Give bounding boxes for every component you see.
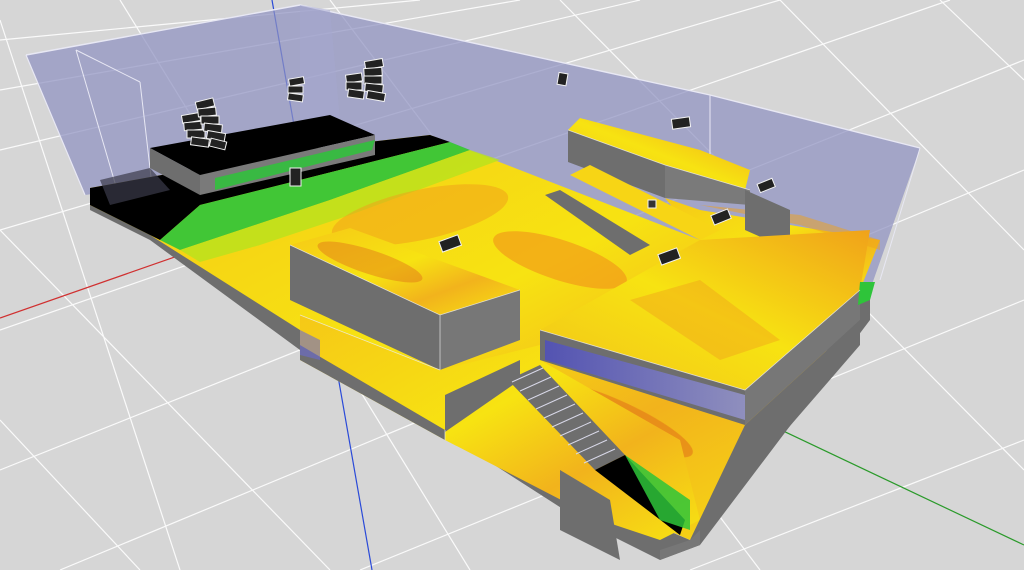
3d-viewport[interactable]	[0, 0, 1024, 570]
venue-scene[interactable]	[0, 0, 1024, 570]
left-sub-array	[286, 76, 306, 103]
balcony-fill-1	[670, 116, 692, 130]
y-axis	[759, 419, 1024, 546]
stage-fill	[289, 167, 302, 187]
ceiling-box	[556, 71, 569, 87]
